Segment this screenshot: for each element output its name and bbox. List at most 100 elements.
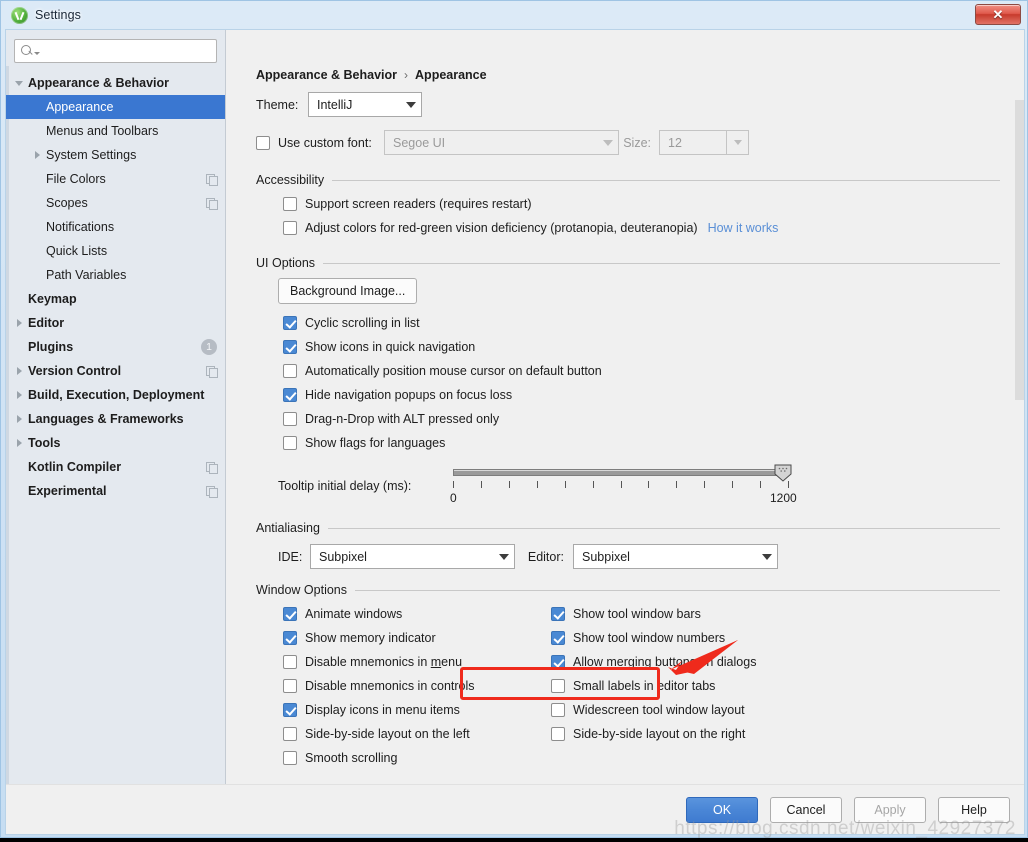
divider bbox=[327, 527, 1000, 529]
plugins-update-badge: 1 bbox=[201, 339, 217, 355]
sidebar-item-languages-frameworks[interactable]: Languages & Frameworks bbox=[6, 407, 225, 431]
dialog-footer: OK Cancel Apply Help https://blog.csdn.n… bbox=[6, 784, 1024, 839]
sidebar-item-label: Appearance & Behavior bbox=[28, 76, 170, 90]
chevron-right-icon[interactable] bbox=[10, 359, 28, 383]
sidebar-item-quick-lists[interactable]: Quick Lists bbox=[6, 239, 225, 263]
sidebar-item-menus-and-toolbars[interactable]: Menus and Toolbars bbox=[6, 119, 225, 143]
window-option-checkbox-show-memory-indicator[interactable]: Show memory indicator bbox=[283, 626, 551, 650]
ide-aa-select[interactable]: Subpixel bbox=[310, 544, 515, 569]
slider-tick bbox=[620, 481, 622, 488]
cancel-button[interactable]: Cancel bbox=[770, 796, 842, 823]
sidebar-item-appearance-behavior[interactable]: Appearance & Behavior bbox=[6, 71, 225, 95]
window-options-right-column: Show tool window bars Show tool window nu… bbox=[551, 602, 1000, 770]
sidebar-item-system-settings[interactable]: System Settings bbox=[6, 143, 225, 167]
twisty-placeholder bbox=[28, 95, 46, 119]
settings-content-pane: Appearance & Behavior › Appearance Theme… bbox=[226, 30, 1024, 784]
how-it-works-link[interactable]: How it works bbox=[708, 221, 779, 235]
window-option-checkbox-small-labels-in-editor-tabs[interactable]: Small labels in editor tabs bbox=[551, 674, 1000, 698]
window-option-checkbox-widescreen-tool-window-layout[interactable]: Widescreen tool window layout bbox=[551, 698, 1000, 722]
slider-ticks bbox=[453, 481, 789, 491]
ui-option-checkbox-cyclic-scrolling-in-list[interactable]: Cyclic scrolling in list bbox=[283, 311, 1000, 335]
window-option-checkbox-animate-windows[interactable]: Animate windows bbox=[283, 602, 551, 626]
sidebar-item-build-execution-deployment[interactable]: Build, Execution, Deployment bbox=[6, 383, 225, 407]
twisty-placeholder bbox=[28, 191, 46, 215]
window-option-checkbox-side-by-side-layout-on-the-left-label: Side-by-side layout on the left bbox=[305, 727, 470, 741]
window-option-checkbox-show-tool-window-bars[interactable]: Show tool window bars bbox=[551, 602, 1000, 626]
window-option-checkbox-show-tool-window-numbers[interactable]: Show tool window numbers bbox=[551, 626, 1000, 650]
ui-option-checkbox-hide-navigation-popups-on-focus-loss[interactable]: Hide navigation popups on focus loss bbox=[283, 383, 1000, 407]
chevron-right-icon[interactable] bbox=[10, 407, 28, 431]
sidebar-item-path-variables[interactable]: Path Variables bbox=[6, 263, 225, 287]
sidebar-item-experimental[interactable]: Experimental bbox=[6, 479, 225, 503]
ui-option-checkbox-show-flags-for-languages[interactable]: Show flags for languages bbox=[283, 431, 1000, 455]
ui-option-checkbox-drag-n-drop-with-alt-pressed-only[interactable]: Drag-n-Drop with ALT pressed only bbox=[283, 407, 1000, 431]
search-icon bbox=[21, 45, 33, 57]
ui-option-checkbox-automatically-position-mouse-cursor-on-d[interactable]: Automatically position mouse cursor on d… bbox=[283, 359, 1000, 383]
ok-button[interactable]: OK bbox=[686, 796, 758, 823]
chevron-right-icon[interactable] bbox=[28, 143, 46, 167]
ui-options-list: Cyclic scrolling in list Show icons in qu… bbox=[256, 311, 1000, 455]
window-option-checkbox-smooth-scrolling[interactable]: Smooth scrolling bbox=[283, 746, 551, 770]
chevron-down-icon[interactable] bbox=[726, 131, 748, 154]
window-option-checkbox-show-tool-window-numbers-label: Show tool window numbers bbox=[573, 631, 726, 645]
sidebar-item-scopes[interactable]: Scopes bbox=[6, 191, 225, 215]
slider-tick bbox=[508, 481, 510, 488]
window-option-checkbox-disable-mnemonics-in-menu[interactable]: Disable mnemonics in menu bbox=[283, 650, 551, 674]
window-option-checkbox-widescreen-tool-window-layout-label: Widescreen tool window layout bbox=[573, 703, 745, 717]
accessibility-checkbox-support-screen-readers-requires-restart[interactable]: Support screen readers (requires restart… bbox=[283, 192, 1000, 216]
accessibility-checkbox-support-screen-readers-requires-restart-label: Support screen readers (requires restart… bbox=[305, 197, 532, 211]
sidebar-item-notifications[interactable]: Notifications bbox=[6, 215, 225, 239]
font-size-label: Size: bbox=[623, 135, 651, 150]
close-icon[interactable]: ✕ bbox=[975, 4, 1021, 25]
divider bbox=[332, 179, 1000, 181]
sidebar-item-file-colors[interactable]: File Colors bbox=[6, 167, 225, 191]
chevron-right-icon[interactable] bbox=[10, 311, 28, 335]
search-box[interactable] bbox=[14, 39, 217, 63]
dialog-body: Appearance & Behavior Appearance Menus and… bbox=[6, 30, 1024, 784]
search-input[interactable] bbox=[43, 40, 210, 62]
sidebar-item-version-control[interactable]: Version Control bbox=[6, 359, 225, 383]
ui-options-section: UI Options Background Image... Cyclic sc… bbox=[256, 256, 1000, 509]
chevron-down-icon bbox=[401, 101, 421, 108]
sidebar-item-plugins[interactable]: Plugins 1 bbox=[6, 335, 225, 359]
window-option-checkbox-smooth-scrolling-label: Smooth scrolling bbox=[305, 751, 398, 765]
window-option-checkbox-side-by-side-layout-on-the-left[interactable]: Side-by-side layout on the left bbox=[283, 722, 551, 746]
checkbox-box bbox=[283, 631, 297, 645]
custom-font-select[interactable]: Segoe UI bbox=[384, 130, 619, 155]
window-option-checkbox-allow-merging-buttons-on-dialogs[interactable]: Allow merging buttons on dialogs bbox=[551, 650, 1000, 674]
chevron-right-icon[interactable] bbox=[10, 383, 28, 407]
window-option-checkbox-side-by-side-layout-on-the-right[interactable]: Side-by-side layout on the right bbox=[551, 722, 1000, 746]
twisty-placeholder bbox=[28, 263, 46, 287]
divider bbox=[323, 262, 1000, 264]
theme-value: IntelliJ bbox=[317, 97, 353, 112]
checkbox-box bbox=[283, 197, 297, 211]
window-option-checkbox-small-labels-in-editor-tabs-label: Small labels in editor tabs bbox=[573, 679, 716, 693]
slider-tick bbox=[732, 481, 734, 488]
window-title: Settings bbox=[35, 8, 81, 22]
sidebar-item-kotlin-compiler[interactable]: Kotlin Compiler bbox=[6, 455, 225, 479]
checkbox-box bbox=[283, 751, 297, 765]
slider-track[interactable] bbox=[453, 469, 788, 476]
slider-thumb[interactable] bbox=[774, 464, 792, 482]
sidebar-item-appearance[interactable]: Appearance bbox=[6, 95, 225, 119]
window-option-checkbox-display-icons-in-menu-items[interactable]: Display icons in menu items bbox=[283, 698, 551, 722]
sidebar-item-keymap[interactable]: Keymap bbox=[6, 287, 225, 311]
ide-aa-label: IDE: bbox=[278, 549, 303, 564]
background-image-button[interactable]: Background Image... bbox=[278, 278, 418, 304]
window-option-checkbox-disable-mnemonics-in-controls[interactable]: Disable mnemonics in controls bbox=[283, 674, 551, 698]
accessibility-checkbox-adjust-colors-for-red-green-vision-defic[interactable]: Adjust colors for red-green vision defic… bbox=[283, 216, 1000, 240]
editor-aa-select[interactable]: Subpixel bbox=[573, 544, 778, 569]
help-button[interactable]: Help bbox=[938, 796, 1010, 823]
sidebar-item-label: Scopes bbox=[46, 196, 88, 210]
font-size-stepper[interactable]: 12 bbox=[659, 130, 749, 155]
use-custom-font-checkbox[interactable]: Use custom font: bbox=[256, 131, 378, 155]
chevron-right-icon[interactable] bbox=[10, 431, 28, 455]
settings-sidebar: Appearance & Behavior Appearance Menus and… bbox=[6, 30, 226, 784]
chevron-down-icon[interactable] bbox=[10, 71, 28, 95]
theme-select[interactable]: IntelliJ bbox=[308, 92, 422, 117]
chevron-down-icon bbox=[598, 139, 618, 146]
ui-option-checkbox-show-icons-in-quick-navigation[interactable]: Show icons in quick navigation bbox=[283, 335, 1000, 359]
sidebar-item-editor[interactable]: Editor bbox=[6, 311, 225, 335]
window-option-checkbox-display-icons-in-menu-items-label: Display icons in menu items bbox=[305, 703, 460, 717]
sidebar-item-tools[interactable]: Tools bbox=[6, 431, 225, 455]
